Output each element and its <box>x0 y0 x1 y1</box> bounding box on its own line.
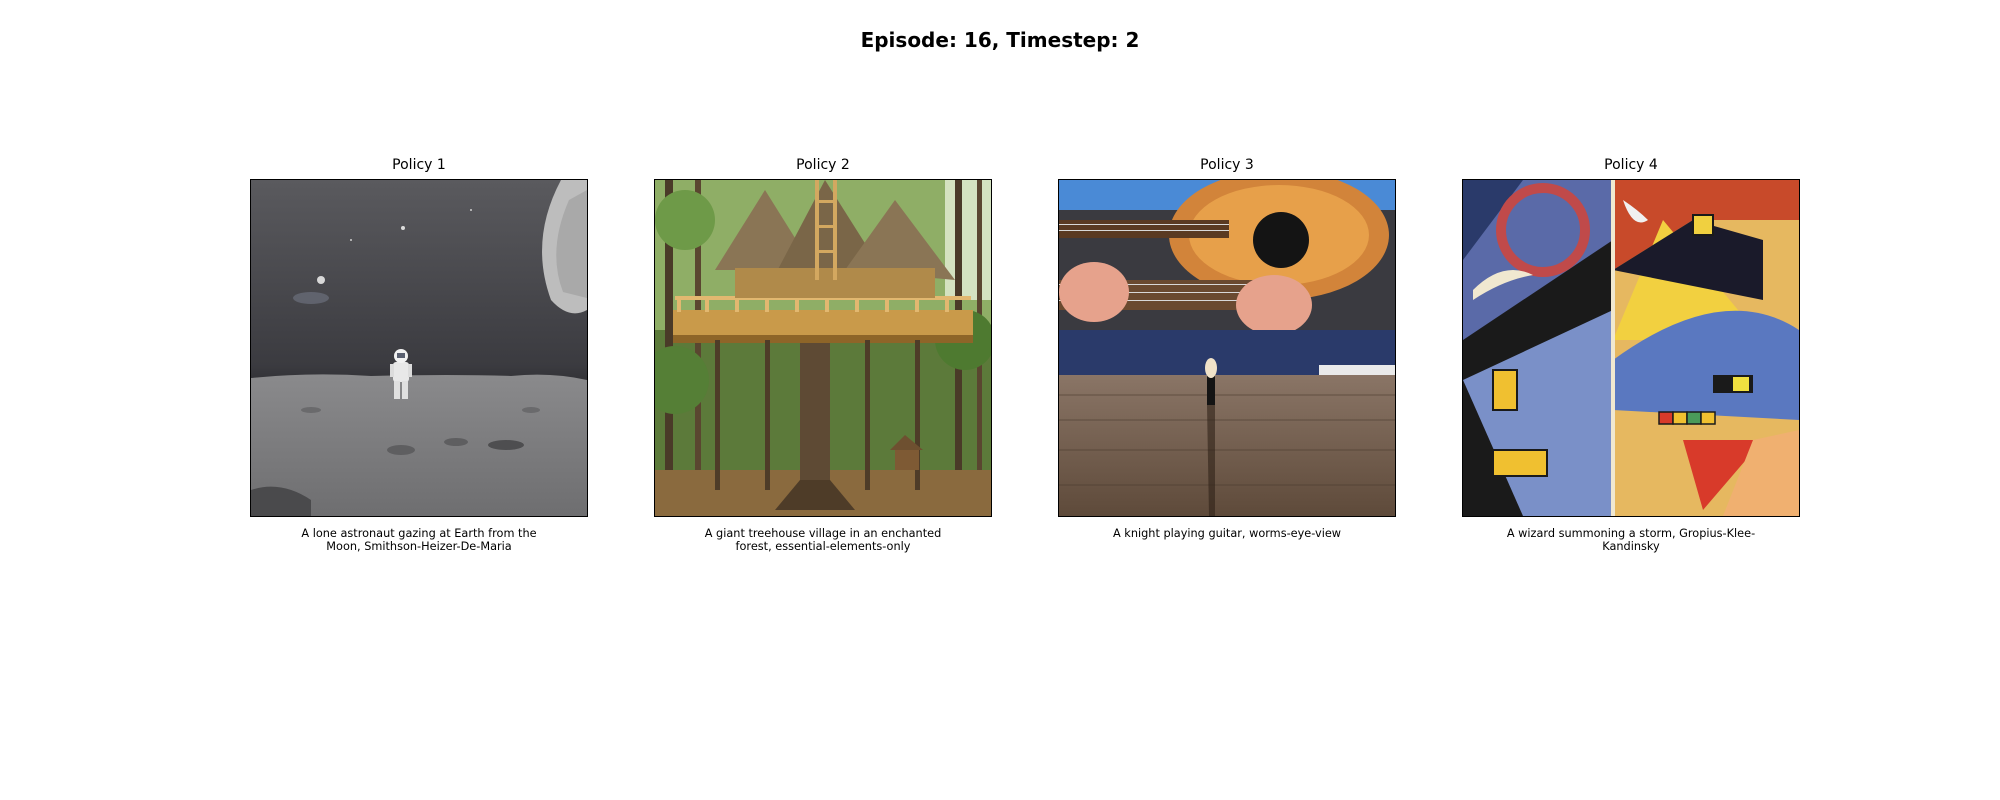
generated-image-abstract <box>1462 179 1800 517</box>
panel-title: Policy 3 <box>1200 157 1254 173</box>
panel-caption: A giant treehouse village in an enchante… <box>704 527 942 553</box>
generated-image-astronaut <box>250 179 588 517</box>
generated-image-treehouse <box>654 179 992 517</box>
panel-caption: A wizard summoning a storm, Gropius-Klee… <box>1506 527 1756 553</box>
generated-image-guitar <box>1058 179 1396 517</box>
treehouse-illustration <box>655 180 991 516</box>
policy-panel-2: Policy 2 A giant treehouse village in an… <box>654 155 992 575</box>
abstract-geometric-illustration <box>1463 180 1799 516</box>
panel-title: Policy 1 <box>392 157 446 173</box>
panel-title: Policy 2 <box>796 157 850 173</box>
panel-title: Policy 4 <box>1604 157 1658 173</box>
guitar-worms-eye-illustration <box>1059 180 1395 516</box>
panel-caption: A lone astronaut gazing at Earth from th… <box>301 527 537 553</box>
figure-title: Episode: 16, Timestep: 2 <box>860 28 1140 52</box>
policy-panel-1: Policy 1 A lone astronaut gazing at Eart… <box>250 155 588 575</box>
astronaut-moon-illustration <box>251 180 587 516</box>
policy-panel-3: Policy 3 A knight playing guitar, worms-… <box>1058 155 1396 575</box>
panel-caption: A knight playing guitar, worms-eye-view <box>1112 527 1342 540</box>
policy-panel-4: Policy 4 A wizard summoning a storm, Gro… <box>1462 155 1800 575</box>
